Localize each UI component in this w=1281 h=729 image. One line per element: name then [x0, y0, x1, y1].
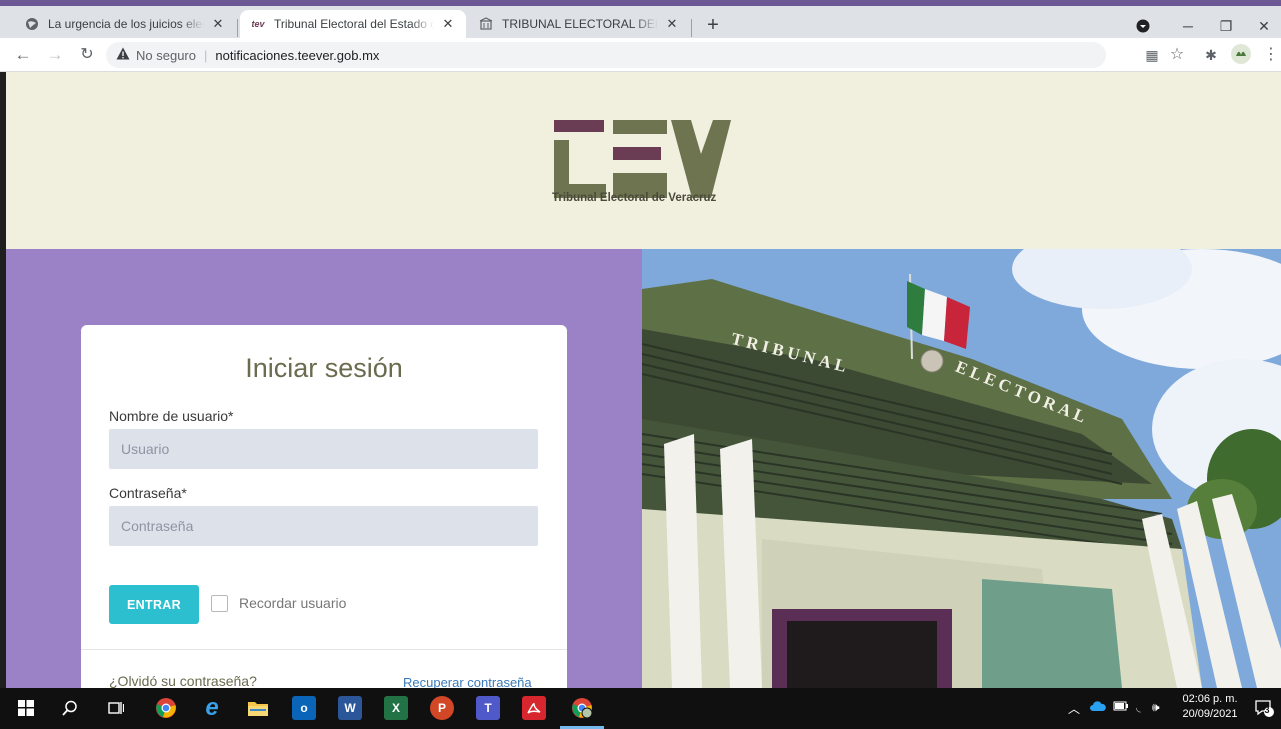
bookmark-star-icon[interactable]: ☆: [1166, 44, 1188, 66]
username-label: Nombre de usuario*: [109, 408, 234, 424]
password-input[interactable]: [109, 506, 538, 546]
site-header: Tribunal Electoral de Veracruz: [6, 72, 1281, 249]
windows-taskbar: e o W X P T ︿ ◟ 🕪 02:06 p. m. 20/09/2021…: [0, 688, 1281, 729]
security-label: No seguro: [136, 47, 196, 63]
clock-date: 20/09/2021: [1182, 708, 1238, 720]
internet-explorer-icon[interactable]: e: [200, 694, 224, 721]
divider: |: [203, 47, 208, 63]
profile-menu-icon[interactable]: [1128, 14, 1158, 38]
remember-user-checkbox[interactable]: [211, 595, 228, 612]
acrobat-icon[interactable]: [522, 696, 546, 720]
new-tab-icon[interactable]: +: [703, 15, 723, 36]
tev-favicon: tev: [251, 19, 265, 29]
chrome-icon[interactable]: [154, 696, 178, 720]
teams-icon[interactable]: T: [476, 696, 500, 720]
tab-title: TRIBUNAL ELECTORAL DEL ESTADO: [502, 17, 658, 31]
notification-count-badge: 3: [1264, 705, 1270, 715]
chevron-up-icon[interactable]: ︿: [1068, 700, 1080, 717]
chrome-active-window-icon[interactable]: [570, 696, 594, 720]
close-tab-icon[interactable]: ✕: [210, 16, 226, 32]
notification-center-icon[interactable]: 3: [1252, 696, 1276, 720]
tab-separator: [237, 19, 238, 37]
logo-caption: Tribunal Electoral de Veracruz: [552, 192, 717, 204]
powerpoint-icon[interactable]: P: [430, 696, 454, 720]
restore-icon[interactable]: ❐: [1211, 14, 1241, 38]
login-card: Iniciar sesión Nombre de usuario* Contra…: [81, 325, 567, 688]
card-divider: [81, 649, 567, 650]
address-bar[interactable]: No seguro | notificaciones.teever.gob.mx: [106, 42, 1106, 68]
extensions-puzzle-icon[interactable]: ✱: [1200, 44, 1222, 66]
minimize-icon[interactable]: ─: [1173, 14, 1203, 38]
forward-icon[interactable]: →: [44, 44, 66, 66]
word-icon[interactable]: W: [338, 696, 362, 720]
outlook-icon[interactable]: o: [292, 696, 316, 720]
search-icon[interactable]: [58, 696, 82, 720]
reload-icon[interactable]: ↻: [76, 44, 98, 66]
excel-icon[interactable]: X: [384, 696, 408, 720]
globe-icon: [24, 16, 40, 32]
tab-strip: La urgencia de los juicios electorales ✕…: [0, 6, 1281, 38]
back-icon[interactable]: ←: [12, 44, 34, 66]
close-tab-icon[interactable]: ✕: [664, 16, 680, 32]
qr-code-icon[interactable]: ▦: [1141, 44, 1163, 66]
clock-time: 02:06 p. m.: [1182, 693, 1238, 705]
login-submit-button[interactable]: ENTRAR: [109, 585, 199, 624]
avatar[interactable]: [1230, 44, 1252, 66]
username-input[interactable]: [109, 429, 538, 469]
battery-icon[interactable]: [1113, 700, 1129, 714]
recover-password-link[interactable]: Recuperar contraseña: [403, 675, 532, 688]
password-label: Contraseña*: [109, 485, 187, 501]
warning-triangle-icon[interactable]: [116, 47, 132, 63]
url-text[interactable]: notificaciones.teever.gob.mx: [215, 48, 379, 63]
close-window-icon[interactable]: ✕: [1249, 14, 1279, 38]
building-photo-illustration: [642, 249, 1281, 688]
building-photo: TRIBUNAL ELECTORAL: [642, 249, 1281, 688]
onedrive-cloud-icon[interactable]: [1090, 700, 1106, 714]
web-page: Tribunal Electoral de Veracruz TRIBUNAL …: [6, 72, 1281, 688]
windows-start-icon[interactable]: [14, 696, 38, 720]
file-explorer-icon[interactable]: [246, 696, 270, 720]
remember-user-label[interactable]: Recordar usuario: [239, 595, 346, 611]
tab-title: La urgencia de los juicios electorales: [48, 17, 204, 31]
tab-tribunal-estado[interactable]: TRIBUNAL ELECTORAL DEL ESTADO ✕: [468, 10, 690, 38]
page-title: Iniciar sesión: [245, 353, 403, 383]
tab-urgencia[interactable]: La urgencia de los juicios electorales ✕: [14, 10, 236, 38]
building-icon: [478, 16, 494, 32]
kebab-menu-icon[interactable]: ⋮: [1260, 44, 1281, 66]
task-view-icon[interactable]: [104, 696, 128, 720]
tab-tribunal-active[interactable]: tev Tribunal Electoral del Estado de Ver…: [240, 10, 466, 38]
wifi-icon[interactable]: ◟: [1136, 700, 1141, 714]
tab-title: Tribunal Electoral del Estado de Veracru…: [274, 17, 434, 31]
volume-icon[interactable]: 🕪: [1152, 700, 1160, 715]
close-tab-icon[interactable]: ✕: [440, 16, 456, 32]
tab-separator: [691, 19, 692, 37]
forgot-password-text: ¿Olvidó su contraseña?: [109, 673, 257, 688]
browser-toolbar: ← → ↻ No seguro | notificaciones.teever.…: [0, 38, 1281, 72]
system-clock[interactable]: 02:06 p. m. 20/09/2021: [1180, 692, 1240, 722]
